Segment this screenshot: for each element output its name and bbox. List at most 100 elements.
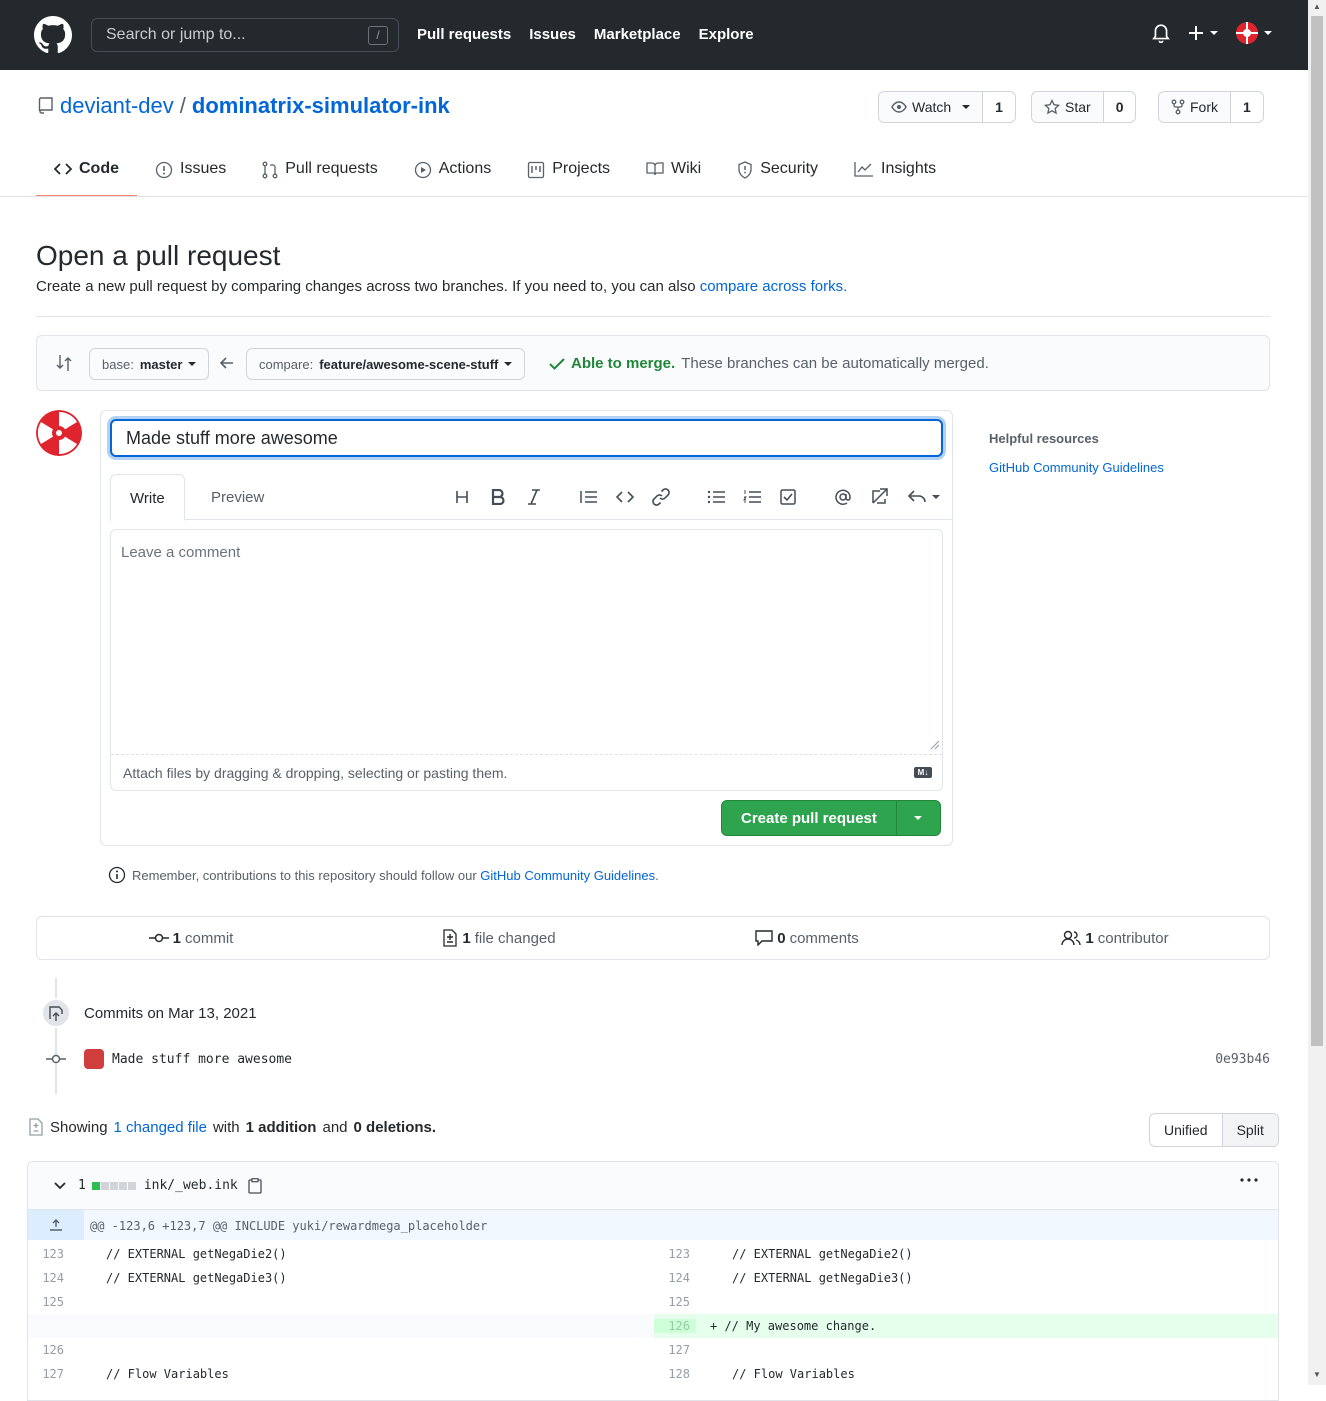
bold-icon[interactable] (487, 486, 509, 508)
expand-up-icon[interactable] (28, 1210, 84, 1240)
compare-arrows-icon[interactable] (55, 354, 73, 372)
tab-code[interactable]: Code (36, 150, 137, 197)
task-list-icon[interactable] (777, 486, 799, 508)
changed-lines-count: 1 (78, 1178, 86, 1193)
fork-button[interactable]: Fork (1159, 92, 1231, 122)
tab-label: Issues (180, 160, 227, 177)
comment-textarea[interactable]: Leave a comment Attach files by dragging… (110, 529, 943, 791)
scroll-up-arrow[interactable]: ▲ (1313, 2, 1321, 11)
tab-projects[interactable]: Projects (509, 150, 628, 197)
line-number[interactable]: 128 (654, 1367, 696, 1381)
repo-name-link[interactable]: dominatrix-simulator-ink (192, 93, 450, 119)
split-view-button[interactable]: Split (1221, 1114, 1278, 1146)
ordered-list-icon[interactable] (741, 486, 763, 508)
user-menu[interactable] (1236, 22, 1272, 44)
community-guidelines-link[interactable]: GitHub Community Guidelines (480, 868, 655, 883)
line-number[interactable]: 126 (28, 1343, 70, 1357)
commit-sha-link[interactable]: 0e93b46 (1215, 1052, 1270, 1067)
tab-wiki[interactable]: Wiki (628, 150, 719, 197)
comments-count-tab[interactable]: 0 comments (653, 917, 961, 959)
base-branch-select[interactable]: base: master (89, 348, 210, 380)
line-number[interactable]: 125 (28, 1295, 70, 1309)
nav-explore[interactable]: Explore (699, 26, 754, 43)
create-pull-request-button[interactable]: Create pull request (722, 801, 896, 835)
create-new-menu[interactable] (1188, 25, 1218, 41)
comment-icon (755, 930, 773, 946)
reply-icon[interactable] (904, 486, 944, 508)
repo-title: deviant-dev / dominatrix-simulator-ink (38, 93, 450, 119)
tabs-divider (0, 196, 1308, 197)
star-count[interactable]: 0 (1103, 92, 1136, 122)
nav-issues[interactable]: Issues (529, 26, 576, 43)
code-icon[interactable] (614, 486, 636, 508)
commits-count-tab[interactable]: 1 commit (37, 917, 345, 959)
fork-button-group: Fork 1 (1158, 91, 1264, 123)
line-number[interactable]: 125 (654, 1295, 696, 1309)
markdown-icon[interactable]: M↓ (914, 767, 932, 778)
unordered-list-icon[interactable] (705, 486, 727, 508)
write-preview-tabs: Write Preview (110, 474, 953, 521)
line-number[interactable]: 123 (654, 1247, 696, 1261)
contributors-num: 1 (1085, 929, 1094, 947)
star-button[interactable]: Star (1032, 92, 1104, 122)
line-number[interactable]: 123 (28, 1247, 70, 1261)
file-diff: 1 ink/_web.ink @@ -123,6 +123,7 @@ INCLU… (27, 1161, 1279, 1401)
search-input[interactable]: Search or jump to... / (91, 18, 399, 52)
line-number[interactable]: 124 (654, 1271, 696, 1285)
project-icon (528, 161, 545, 179)
watch-count[interactable]: 1 (983, 92, 1015, 122)
summary-and: and (322, 1118, 348, 1136)
heading-icon[interactable] (451, 486, 473, 508)
contributors-count-tab[interactable]: 1 contributor (961, 917, 1269, 959)
scrollbar-thumb[interactable] (1311, 16, 1323, 1046)
tab-pull-requests[interactable]: Pull requests (244, 150, 396, 197)
chevron-down-icon (188, 362, 197, 366)
fork-count[interactable]: 1 (1231, 92, 1263, 122)
italic-icon[interactable] (523, 486, 545, 508)
nav-pull-requests[interactable]: Pull requests (417, 26, 511, 43)
avatar[interactable] (84, 1049, 104, 1069)
repo-owner-link[interactable]: deviant-dev (60, 93, 174, 119)
community-guidelines-link[interactable]: GitHub Community Guidelines (989, 460, 1164, 475)
compare-branch-select[interactable]: compare: feature/awesome-scene-stuff (246, 348, 526, 380)
diff-line-right: 127 (654, 1338, 1278, 1362)
chevron-down-icon[interactable] (54, 1181, 66, 1190)
reference-icon[interactable] (868, 486, 890, 508)
tab-actions[interactable]: Actions (396, 150, 509, 197)
resize-handle-icon[interactable] (930, 740, 940, 750)
nav-marketplace[interactable]: Marketplace (594, 26, 681, 43)
clipboard-icon[interactable] (248, 1177, 262, 1194)
file-name-link[interactable]: ink/_web.ink (144, 1178, 238, 1193)
create-options-dropdown[interactable] (895, 801, 940, 835)
code-icon (54, 163, 72, 175)
unified-view-button[interactable]: Unified (1150, 1114, 1222, 1146)
scroll-down-arrow[interactable]: ▼ (1313, 1370, 1321, 1379)
commit-message-link[interactable]: Made stuff more awesome (112, 1052, 292, 1067)
tab-insights[interactable]: Insights (836, 150, 954, 197)
github-logo-icon[interactable] (34, 16, 72, 54)
changed-files-link[interactable]: 1 changed file (114, 1119, 207, 1136)
link-icon[interactable] (650, 486, 672, 508)
chevron-down-icon (962, 105, 971, 109)
arrow-left-icon (220, 356, 234, 370)
pr-title-input[interactable] (110, 419, 943, 457)
line-number[interactable]: 127 (654, 1343, 696, 1357)
line-number[interactable]: 124 (28, 1271, 70, 1285)
line-number[interactable]: 127 (28, 1367, 70, 1381)
files-changed-tab[interactable]: 1 file changed (345, 917, 653, 959)
tab-label: Insights (881, 160, 937, 177)
file-attachment-area[interactable]: Attach files by dragging & dropping, sel… (111, 754, 942, 791)
kebab-menu-icon[interactable] (1240, 1178, 1258, 1182)
avatar[interactable] (36, 410, 82, 456)
bell-icon[interactable] (1152, 23, 1170, 43)
commits-date-heading: Commits on Mar 13, 2021 (84, 1004, 257, 1022)
watch-button[interactable]: Watch (879, 92, 984, 122)
page-scrollbar[interactable]: ▲ ▼ (1308, 0, 1326, 1385)
compare-forks-link[interactable]: compare across forks. (700, 278, 848, 295)
tab-security[interactable]: Security (719, 150, 836, 197)
mention-icon[interactable] (832, 486, 854, 508)
line-number[interactable]: 126 (654, 1319, 696, 1333)
tab-issues[interactable]: Issues (137, 150, 244, 197)
commit-icon (148, 933, 169, 943)
quote-icon[interactable] (578, 486, 600, 508)
